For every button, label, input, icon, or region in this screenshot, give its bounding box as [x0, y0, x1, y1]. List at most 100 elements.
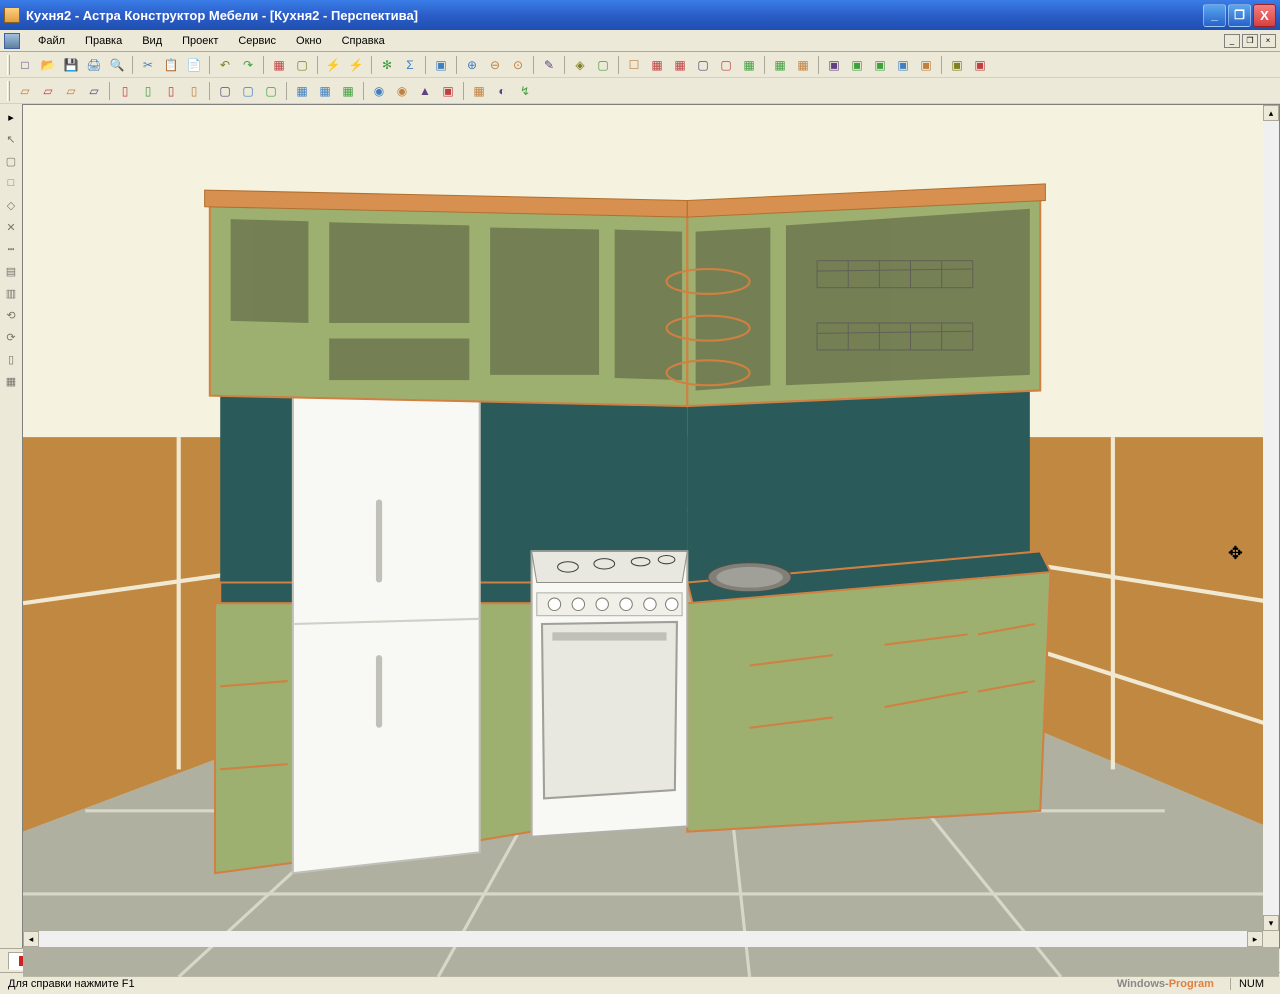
watermark: Windows-Program: [1117, 978, 1214, 990]
toolbar-button[interactable]: ▦: [291, 80, 313, 102]
toolbar-button[interactable]: ▦: [314, 80, 336, 102]
close-button[interactable]: X: [1253, 4, 1276, 27]
toolbar-button[interactable]: ▢: [592, 54, 614, 76]
toolbar-button[interactable]: ▢: [214, 80, 236, 102]
menubar: ФайлПравкаВидПроектСервисОкноСправка _ ❐…: [0, 30, 1280, 52]
menu-проект[interactable]: Проект: [172, 32, 228, 50]
toolbar-button[interactable]: ▣: [437, 80, 459, 102]
toolbar-button[interactable]: 📋: [160, 54, 182, 76]
app-icon: [4, 7, 20, 23]
side-tool-button[interactable]: ▯: [1, 349, 21, 369]
side-tool-button[interactable]: ▥: [1, 283, 21, 303]
toolbar-button[interactable]: ▦: [646, 54, 668, 76]
toolbar-button[interactable]: ▯: [137, 80, 159, 102]
toolbar-button[interactable]: ◈: [569, 54, 591, 76]
toolbar-button[interactable]: ▣: [915, 54, 937, 76]
toolbar-button[interactable]: ↷: [237, 54, 259, 76]
toolbar-button[interactable]: ▣: [946, 54, 968, 76]
toolbar-button[interactable]: ▣: [823, 54, 845, 76]
minimize-button[interactable]: _: [1203, 4, 1226, 27]
scroll-right-button[interactable]: ▸: [1247, 931, 1263, 947]
toolbar-button[interactable]: ◉: [391, 80, 413, 102]
toolbar-row-1: □📂💾🖨🔍✂📋📄↶↷▦▢⚡⚡✻Σ▣⊕⊖⊙✎◈▢☐▦▦▢▢▦▦▦▣▣▣▣▣▣▣: [0, 52, 1280, 78]
maximize-button[interactable]: ❐: [1228, 4, 1251, 27]
menu-окно[interactable]: Окно: [286, 32, 332, 50]
side-tool-button[interactable]: ┅: [1, 239, 21, 259]
toolbar-button[interactable]: ▣: [846, 54, 868, 76]
toolbar-button[interactable]: ▢: [260, 80, 282, 102]
scroll-track-v[interactable]: [1263, 121, 1279, 915]
toolbar-button[interactable]: ▦: [792, 54, 814, 76]
toolbar-button[interactable]: ✻: [376, 54, 398, 76]
toolbar-button[interactable]: ✂: [137, 54, 159, 76]
toolbar-button[interactable]: ▲: [414, 80, 436, 102]
scroll-down-button[interactable]: ▾: [1263, 915, 1279, 931]
side-tool-button[interactable]: □: [1, 173, 21, 193]
toolbar-button[interactable]: ▦: [738, 54, 760, 76]
menu-файл[interactable]: Файл: [28, 32, 75, 50]
scroll-left-button[interactable]: ◂: [23, 931, 39, 947]
toolbar-button[interactable]: ⚡: [345, 54, 367, 76]
toolbar-button[interactable]: ↶: [214, 54, 236, 76]
window-title: Кухня2 - Астра Конструктор Мебели - [Кух…: [26, 8, 1203, 23]
viewport-3d[interactable]: Перспектива: [22, 104, 1280, 948]
toolbar-button[interactable]: ▣: [892, 54, 914, 76]
side-tool-button[interactable]: ▢: [1, 151, 21, 171]
toolbar-button[interactable]: 🔍: [106, 54, 128, 76]
toolbar-button[interactable]: ▢: [291, 54, 313, 76]
mdi-minimize-button[interactable]: _: [1224, 34, 1240, 48]
toolbar-button[interactable]: ⊕: [461, 54, 483, 76]
horizontal-scrollbar[interactable]: ◂ ▸: [23, 931, 1263, 947]
toolbar-button[interactable]: ▢: [715, 54, 737, 76]
toolbar-button[interactable]: ▯: [183, 80, 205, 102]
toolbar-button[interactable]: ▱: [60, 80, 82, 102]
toolbar-button[interactable]: 📂: [37, 54, 59, 76]
side-tool-button[interactable]: ⟳: [1, 327, 21, 347]
scroll-track-h[interactable]: [39, 931, 1247, 947]
vertical-scrollbar[interactable]: ▴ ▾: [1263, 105, 1279, 931]
mdi-close-button[interactable]: ×: [1260, 34, 1276, 48]
toolbar-button[interactable]: ▱: [14, 80, 36, 102]
menu-вид[interactable]: Вид: [132, 32, 172, 50]
side-tool-button[interactable]: ↖: [1, 129, 21, 149]
toolbar-button[interactable]: ⚡: [322, 54, 344, 76]
toolbar-button[interactable]: ▢: [237, 80, 259, 102]
menu-правка[interactable]: Правка: [75, 32, 132, 50]
toolbar-button[interactable]: ▣: [430, 54, 452, 76]
toolbar-button[interactable]: □: [14, 54, 36, 76]
side-tool-button[interactable]: ▦: [1, 371, 21, 391]
toolbar-button[interactable]: ▱: [83, 80, 105, 102]
toolbar-button[interactable]: ◉: [368, 80, 390, 102]
toolbar-button[interactable]: ↯: [514, 80, 536, 102]
toolbar-button[interactable]: ◐: [491, 80, 513, 102]
side-tool-button[interactable]: ▸: [1, 107, 21, 127]
side-tool-button[interactable]: ⟲: [1, 305, 21, 325]
mdi-restore-button[interactable]: ❐: [1242, 34, 1258, 48]
toolbar-button[interactable]: Σ: [399, 54, 421, 76]
toolbar-button[interactable]: ⊖: [484, 54, 506, 76]
toolbar-button[interactable]: 💾: [60, 54, 82, 76]
toolbar-button[interactable]: ▣: [969, 54, 991, 76]
toolbar-button[interactable]: ✎: [538, 54, 560, 76]
toolbar-button[interactable]: 📄: [183, 54, 205, 76]
toolbar-button[interactable]: ▦: [769, 54, 791, 76]
toolbar-button[interactable]: 🖨: [83, 54, 105, 76]
toolbar-button[interactable]: ☐: [623, 54, 645, 76]
side-tool-button[interactable]: ▤: [1, 261, 21, 281]
scroll-up-button[interactable]: ▴: [1263, 105, 1279, 121]
toolbar-button[interactable]: ▦: [669, 54, 691, 76]
toolbar-button[interactable]: ▦: [268, 54, 290, 76]
side-tool-button[interactable]: ◇: [1, 195, 21, 215]
toolbar-button[interactable]: ▢: [692, 54, 714, 76]
toolbar-button[interactable]: ⊙: [507, 54, 529, 76]
toolbar-button[interactable]: ▦: [337, 80, 359, 102]
toolbar-button[interactable]: ▯: [160, 80, 182, 102]
side-tool-button[interactable]: ✕: [1, 217, 21, 237]
workspace: ▸↖▢□◇✕┅▤▥⟲⟳▯▦ Перспектива: [0, 104, 1280, 948]
toolbar-button[interactable]: ▦: [468, 80, 490, 102]
toolbar-button[interactable]: ▯: [114, 80, 136, 102]
toolbar-button[interactable]: ▱: [37, 80, 59, 102]
menu-сервис[interactable]: Сервис: [228, 32, 286, 50]
toolbar-button[interactable]: ▣: [869, 54, 891, 76]
menu-справка[interactable]: Справка: [332, 32, 395, 50]
